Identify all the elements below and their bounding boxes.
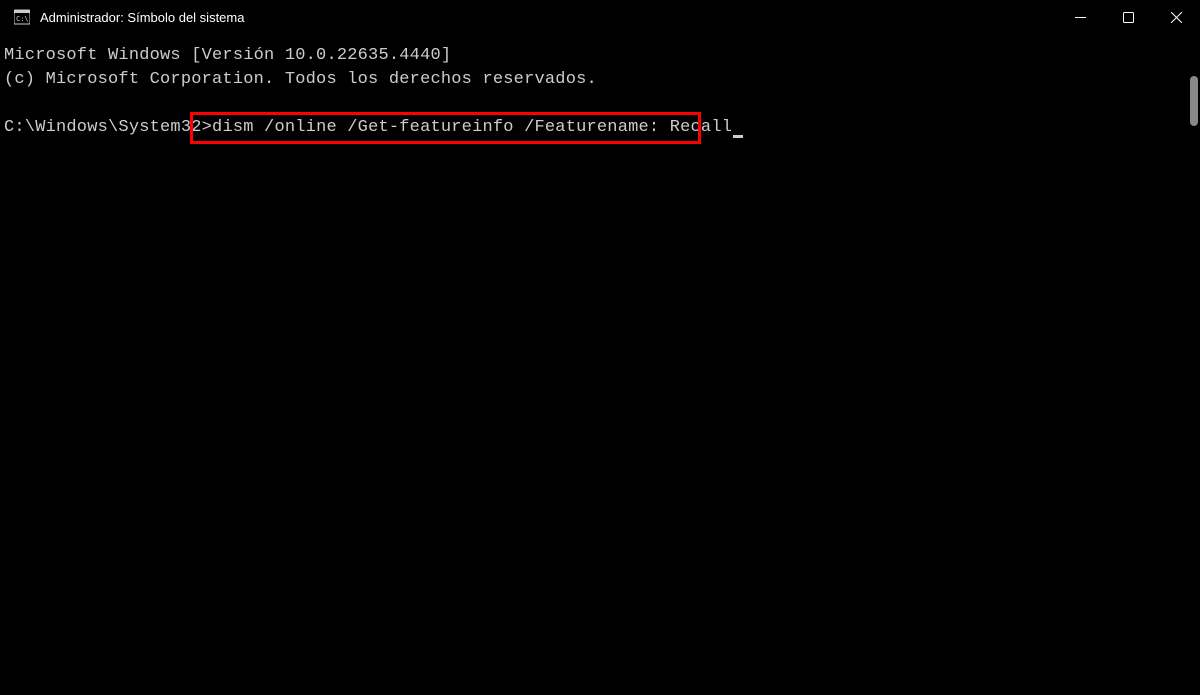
window-title: Administrador: Símbolo del sistema <box>40 10 244 25</box>
output-line-2: (c) Microsoft Corporation. Todos los der… <box>4 68 1196 92</box>
close-button[interactable] <box>1152 0 1200 34</box>
minimize-button[interactable] <box>1056 0 1104 34</box>
command-text: dism /online /Get-featureinfo /Featurena… <box>212 118 732 137</box>
cursor-icon <box>733 135 743 138</box>
svg-text:C:\: C:\ <box>16 15 29 23</box>
prompt-line: C:\Windows\System32>dism /online /Get-fe… <box>4 116 1196 188</box>
prompt-text: C:\Windows\System32> <box>4 118 212 137</box>
titlebar-left: C:\ Administrador: Símbolo del sistema <box>14 9 244 25</box>
terminal-window: C:\ Administrador: Símbolo del sistema <box>0 0 1200 695</box>
terminal-content[interactable]: Microsoft Windows [Versión 10.0.22635.44… <box>0 34 1200 695</box>
titlebar[interactable]: C:\ Administrador: Símbolo del sistema <box>0 0 1200 34</box>
output-line-1: Microsoft Windows [Versión 10.0.22635.44… <box>4 44 1196 68</box>
maximize-button[interactable] <box>1104 0 1152 34</box>
cmd-icon: C:\ <box>14 9 30 25</box>
window-controls <box>1056 0 1200 34</box>
